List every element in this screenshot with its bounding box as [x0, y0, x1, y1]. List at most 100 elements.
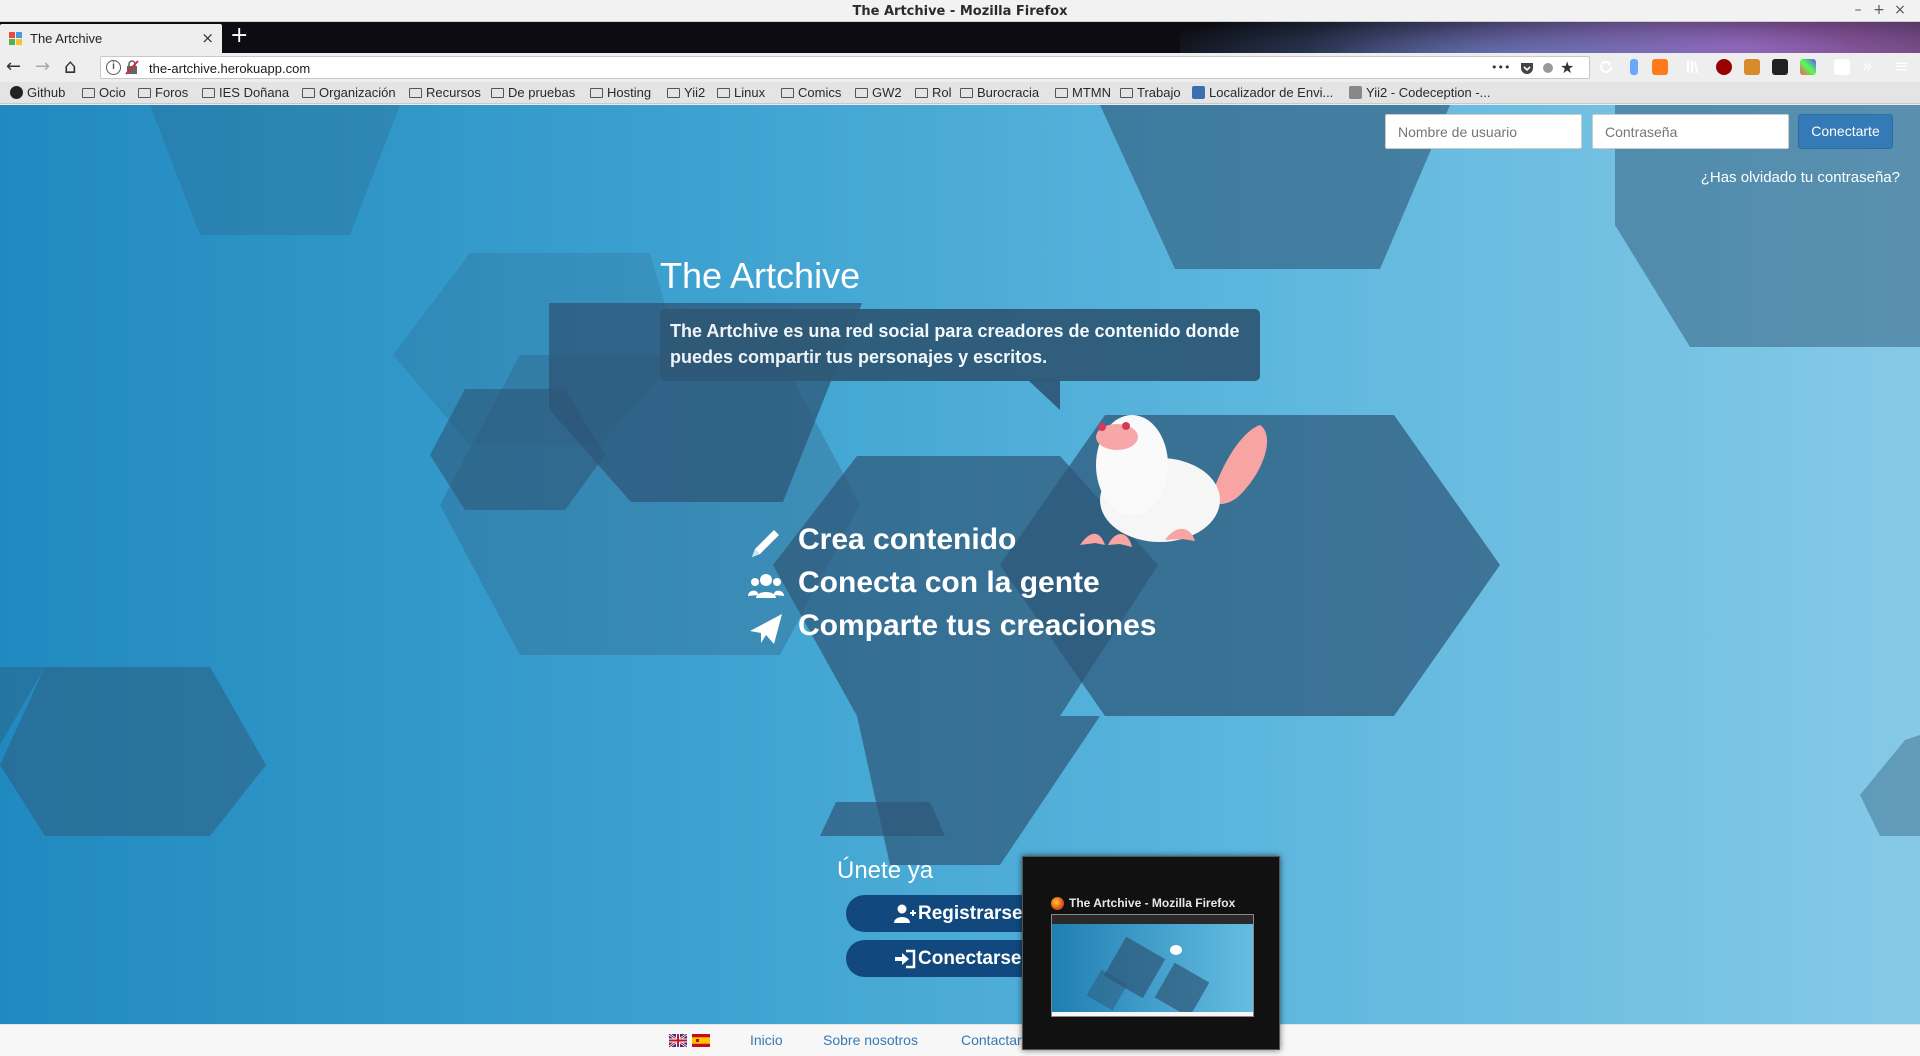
- folder-icon: [855, 88, 868, 98]
- ublock-icon[interactable]: [1716, 59, 1732, 75]
- user-plus-icon: [894, 904, 916, 923]
- bookmark-folder-mtmn[interactable]: MTMN: [1055, 85, 1111, 100]
- register-label: Registrarse: [918, 903, 1023, 924]
- bookmark-folder-yii2[interactable]: Yii2: [667, 85, 705, 100]
- page-icon: [1349, 86, 1362, 99]
- theme-background: [1180, 22, 1920, 53]
- bookmark-folder-hosting[interactable]: Hosting: [590, 85, 651, 100]
- url-text[interactable]: the-artchive.herokuapp.com: [149, 61, 310, 76]
- preview-thumbnail: [1051, 914, 1254, 1017]
- insecure-lock-icon[interactable]: [125, 60, 139, 75]
- folder-icon: [717, 88, 730, 98]
- site-footer: Inicio Sobre nosotros Contactar: [0, 1024, 1920, 1056]
- forward-button[interactable]: →: [35, 56, 50, 77]
- folder-icon: [667, 88, 680, 98]
- bookmark-folder-recursos[interactable]: Recursos: [409, 85, 481, 100]
- overflow-menu-button[interactable]: »: [1862, 56, 1873, 77]
- english-flag-icon[interactable]: [669, 1034, 687, 1047]
- folder-icon: [138, 88, 151, 98]
- bookmark-localizador[interactable]: Localizador de Envi...: [1192, 85, 1333, 100]
- footer-link-sobre-nosotros[interactable]: Sobre nosotros: [823, 1032, 918, 1048]
- bookmark-folder-de-pruebas[interactable]: De pruebas: [491, 85, 575, 100]
- main-menu-button[interactable]: ≡: [1894, 56, 1909, 77]
- register-button[interactable]: Registrarse: [846, 895, 1026, 932]
- extension-badge-icon[interactable]: [1744, 59, 1760, 75]
- site-title: The Artchive: [660, 255, 861, 296]
- folder-icon: [82, 88, 95, 98]
- bubble-tail: [1028, 380, 1060, 410]
- bookmark-folder-rol[interactable]: Rol: [915, 85, 952, 100]
- new-tab-button[interactable]: +: [230, 23, 248, 48]
- bookmark-github[interactable]: Github: [10, 85, 65, 100]
- extension-fire-icon[interactable]: [1652, 59, 1668, 75]
- folder-icon: [409, 88, 422, 98]
- bookmark-folder-ocio[interactable]: Ocio: [82, 85, 126, 100]
- window-title: The Artchive - Mozilla Firefox: [852, 4, 1068, 19]
- connect-button[interactable]: Conectarse: [846, 940, 1026, 977]
- background-hexagon: [440, 355, 860, 655]
- folder-icon: [960, 88, 973, 98]
- pencil-icon: [752, 530, 779, 557]
- paper-plane-icon: [750, 614, 782, 644]
- bookmark-folder-linux[interactable]: Linux: [717, 85, 765, 100]
- extension-color-icon[interactable]: [1800, 59, 1816, 75]
- folder-icon: [1055, 88, 1068, 98]
- site-favicon-icon: [9, 32, 23, 46]
- users-icon: [748, 574, 784, 598]
- username-field[interactable]: [1385, 114, 1582, 149]
- minimize-button[interactable]: –: [1850, 2, 1866, 18]
- background-hexagon: [857, 716, 1100, 865]
- folder-icon: [590, 88, 603, 98]
- bookmark-folder-comics[interactable]: Comics: [781, 85, 841, 100]
- back-button[interactable]: ←: [6, 56, 21, 77]
- preview-title: The Artchive - Mozilla Firefox: [1069, 896, 1236, 910]
- library-icon[interactable]: [1686, 59, 1702, 75]
- password-field[interactable]: [1592, 114, 1789, 149]
- bookmark-folder-burocracia[interactable]: Burocracia: [960, 85, 1039, 100]
- folder-icon: [915, 88, 928, 98]
- connect-label: Conectarse: [918, 948, 1022, 969]
- maximize-button[interactable]: +: [1871, 2, 1887, 18]
- forgot-password-link[interactable]: ¿Has olvidado tu contraseña?: [1701, 169, 1900, 186]
- folder-icon: [202, 88, 215, 98]
- taskbar-window-preview[interactable]: The Artchive - Mozilla Firefox: [1022, 856, 1280, 1050]
- site-info-icon[interactable]: i: [106, 60, 121, 75]
- reload-icon[interactable]: [1598, 59, 1614, 75]
- close-window-button[interactable]: ×: [1892, 2, 1908, 18]
- window-titlebar: The Artchive - Mozilla Firefox – + ×: [0, 0, 1920, 22]
- page-actions-icon[interactable]: •••: [1491, 61, 1510, 74]
- folder-icon: [491, 88, 504, 98]
- tracking-icon[interactable]: [1541, 61, 1555, 75]
- folder-icon: [1120, 88, 1133, 98]
- home-button[interactable]: ⌂: [64, 54, 77, 78]
- location-icon: [1192, 86, 1205, 99]
- tab-close-icon[interactable]: ×: [201, 29, 214, 47]
- background-hexagon: [820, 802, 945, 836]
- folder-icon: [302, 88, 315, 98]
- tab-the-artchive[interactable]: The Artchive ×: [0, 24, 222, 53]
- bookmark-folder-organizacion[interactable]: Organización: [302, 85, 396, 100]
- pocket-icon[interactable]: [1520, 61, 1534, 75]
- bookmark-star-icon[interactable]: ★: [1560, 58, 1574, 77]
- bookmark-yii2-codeception[interactable]: Yii2 - Codeception -...: [1349, 85, 1491, 100]
- tab-strip: The Artchive × +: [0, 22, 1920, 53]
- bookmark-folder-gw2[interactable]: GW2: [855, 85, 902, 100]
- background-hexagon: [1860, 735, 1920, 836]
- bookmarks-toolbar: Github Ocio Foros IES Doñana Organizació…: [0, 82, 1920, 104]
- platypus-mascot-icon: [1080, 415, 1268, 547]
- bookmark-folder-trabajo[interactable]: Trabajo: [1120, 85, 1181, 100]
- url-bar[interactable]: i the-artchive.herokuapp.com ••• ★: [100, 56, 1590, 79]
- extension-mountain-icon[interactable]: [1772, 59, 1788, 75]
- bookmark-folder-foros[interactable]: Foros: [138, 85, 188, 100]
- tab-label: The Artchive: [30, 31, 103, 46]
- web-page: Conectarte ¿Has olvidado tu contraseña? …: [0, 105, 1920, 1056]
- description-bubble: The Artchive es una red social para crea…: [660, 309, 1260, 381]
- extension-grid-icon[interactable]: [1834, 59, 1850, 75]
- extension-blue-icon[interactable]: [1630, 59, 1638, 75]
- bookmark-folder-ies-donana[interactable]: IES Doñana: [202, 85, 289, 100]
- login-button[interactable]: Conectarte: [1798, 114, 1893, 149]
- background-hexagon: [0, 667, 266, 836]
- footer-link-contactar[interactable]: Contactar: [961, 1032, 1022, 1048]
- footer-link-inicio[interactable]: Inicio: [750, 1032, 783, 1048]
- spanish-flag-icon[interactable]: [692, 1034, 710, 1047]
